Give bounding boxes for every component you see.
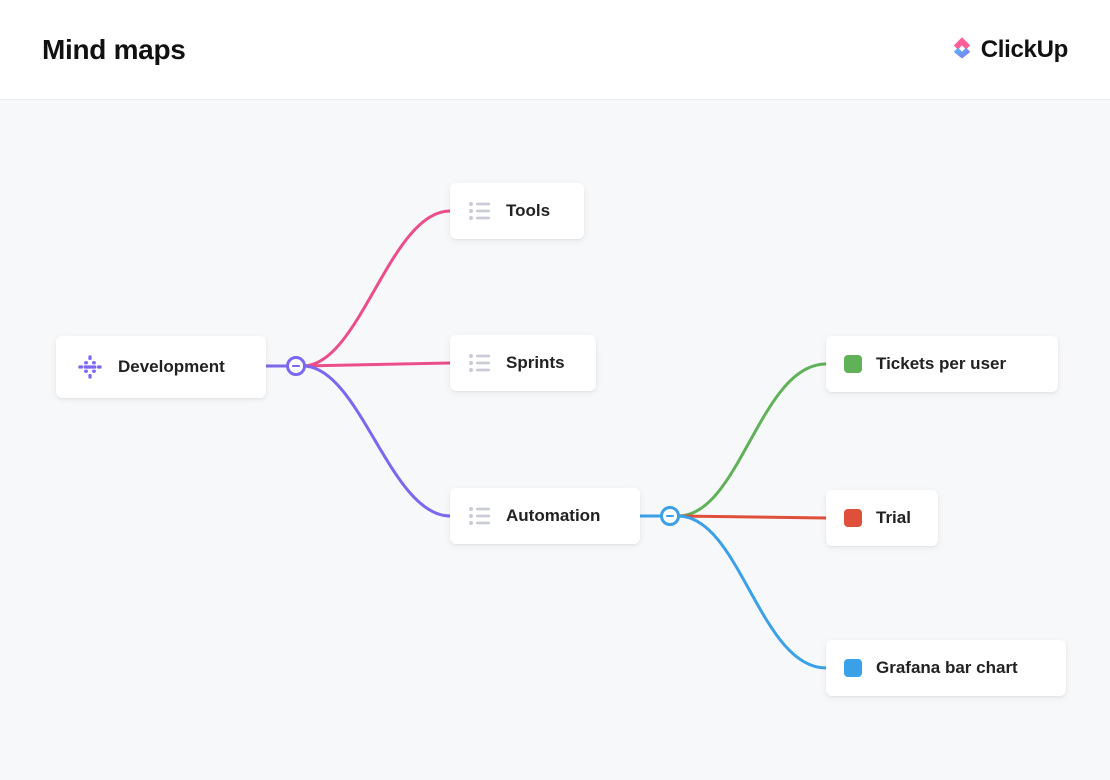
node-development[interactable]: Development <box>56 336 266 398</box>
clickup-logo-icon <box>949 34 975 65</box>
node-grafana-bar-chart[interactable]: Grafana bar chart <box>826 640 1066 696</box>
list-icon <box>468 353 492 373</box>
node-trial[interactable]: Trial <box>826 490 938 546</box>
minus-icon <box>292 365 300 368</box>
list-icon <box>468 201 492 221</box>
page-title: Mind maps <box>42 34 186 66</box>
node-automation[interactable]: Automation <box>450 488 640 544</box>
node-tickets-per-user[interactable]: Tickets per user <box>826 336 1058 392</box>
collapse-handle-root[interactable] <box>286 356 306 376</box>
node-sprints[interactable]: Sprints <box>450 335 596 391</box>
node-label: Automation <box>506 506 600 526</box>
collapse-handle-automation[interactable] <box>660 506 680 526</box>
square-icon <box>844 509 862 527</box>
minus-icon <box>666 515 674 518</box>
list-icon <box>468 506 492 526</box>
square-icon <box>844 355 862 373</box>
globe-icon <box>76 353 104 381</box>
square-icon <box>844 659 862 677</box>
node-label: Grafana bar chart <box>876 658 1018 678</box>
node-label: Sprints <box>506 353 565 373</box>
node-label: Development <box>118 357 225 377</box>
mindmap-canvas[interactable]: Development Tools Sprints Automation Tic… <box>0 100 1110 780</box>
brand-name: ClickUp <box>981 36 1068 64</box>
node-label: Tools <box>506 201 550 221</box>
node-tools[interactable]: Tools <box>450 183 584 239</box>
node-label: Tickets per user <box>876 354 1006 374</box>
brand[interactable]: ClickUp <box>949 34 1068 65</box>
node-label: Trial <box>876 508 911 528</box>
header: Mind maps ClickUp <box>0 0 1110 100</box>
